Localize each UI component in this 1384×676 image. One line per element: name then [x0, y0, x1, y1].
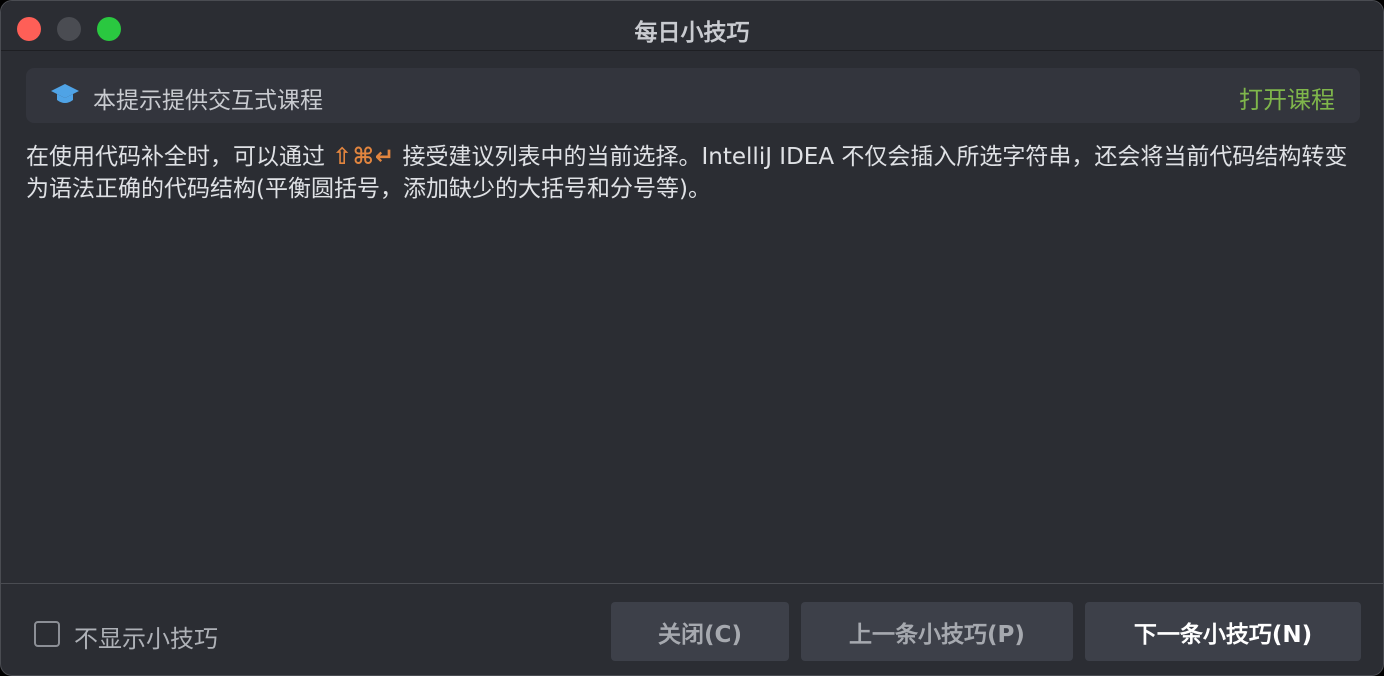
next-tip-button[interactable]: 下一条小技巧(N): [1085, 602, 1361, 661]
previous-tip-button[interactable]: 上一条小技巧(P): [801, 602, 1073, 661]
dialog-footer: 不显示小技巧 关闭(C) 上一条小技巧(P) 下一条小技巧(N): [1, 583, 1383, 675]
title-bar[interactable]: 每日小技巧: [1, 1, 1383, 51]
open-course-link[interactable]: 打开课程: [1239, 80, 1335, 115]
tip-of-the-day-dialog: 每日小技巧 本提示提供交互式课程 打开课程 在使用代码补全时，可以通过 ⇧⌘↵ …: [0, 0, 1384, 676]
tip-content: 在使用代码补全时，可以通过 ⇧⌘↵ 接受建议列表中的当前选择。IntelliJ …: [26, 141, 1360, 205]
keyboard-shortcut: ⇧⌘↵: [332, 144, 396, 170]
dont-show-tips-checkbox[interactable]: [34, 621, 60, 647]
interactive-lesson-banner: 本提示提供交互式课程 打开课程: [26, 68, 1360, 123]
close-button[interactable]: 关闭(C): [611, 602, 789, 661]
tip-text-start: 在使用代码补全时，可以通过: [26, 144, 333, 170]
graduation-cap-icon: [51, 84, 79, 103]
banner-text: 本提示提供交互式课程: [93, 88, 323, 114]
window-title: 每日小技巧: [634, 20, 750, 46]
dont-show-tips-label[interactable]: 不显示小技巧: [74, 619, 218, 654]
